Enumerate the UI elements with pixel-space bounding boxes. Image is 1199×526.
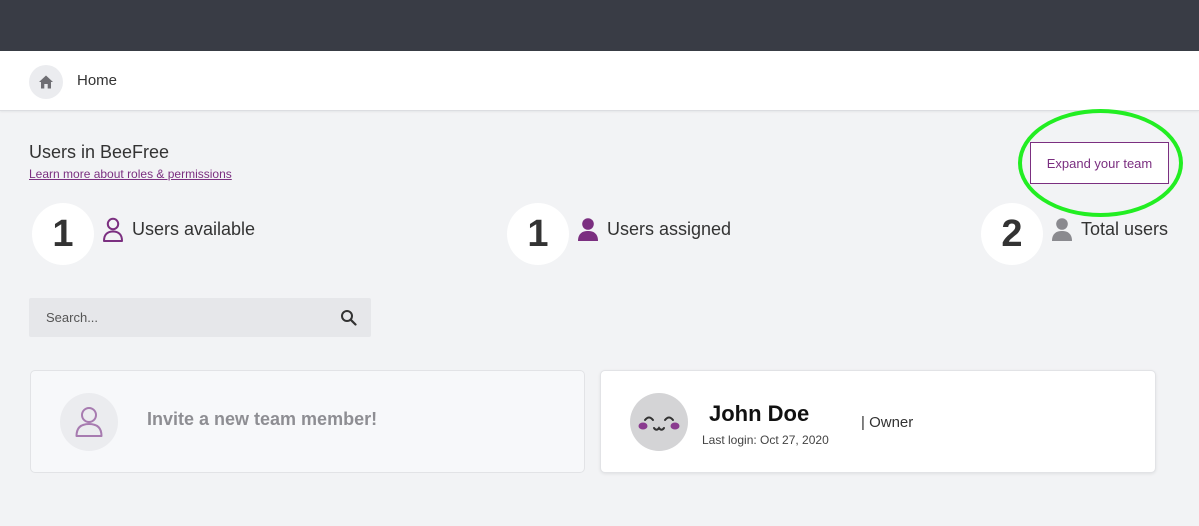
invite-avatar <box>60 393 118 451</box>
search-input[interactable] <box>29 298 329 337</box>
search-box <box>29 298 371 337</box>
page-title: Users in BeeFree <box>29 142 170 162</box>
user-gray-icon <box>1052 218 1072 241</box>
stat-users-assigned: 1 Users assigned <box>507 203 731 265</box>
stat-label: Users available <box>132 219 256 239</box>
user-card[interactable]: John Doe Last login: Oct 27, 2020 | Owne… <box>600 370 1156 473</box>
stat-count: 1 <box>32 203 94 265</box>
smiley-face-icon <box>638 416 680 431</box>
stat-total-users: 2 Total users <box>981 203 1168 265</box>
breadcrumb-home[interactable]: Home <box>77 72 117 89</box>
stat-users-available: 1 Users available <box>32 203 255 265</box>
invite-member-card[interactable]: Invite a new team member! <box>30 370 585 473</box>
last-login: Last login: Oct 27, 2020 <box>702 433 829 447</box>
roles-permissions-link[interactable]: Learn more about roles & permissions <box>29 167 232 181</box>
search-icon[interactable] <box>340 309 357 326</box>
breadcrumb: Home <box>0 51 1199 111</box>
user-outline-icon <box>103 217 123 242</box>
stat-count: 1 <box>507 203 569 265</box>
stat-label: Users assigned <box>607 219 732 239</box>
stat-count: 2 <box>981 203 1043 265</box>
top-navigation-bar <box>0 0 1199 51</box>
user-name: John Doe <box>709 401 810 426</box>
stat-label: Total users <box>1081 219 1169 239</box>
expand-team-button[interactable]: Expand your team <box>1030 142 1169 184</box>
user-filled-icon <box>578 218 598 241</box>
user-role: | Owner <box>861 414 914 431</box>
avatar <box>630 393 688 451</box>
home-button[interactable] <box>29 65 63 99</box>
invite-label: Invite a new team member! <box>147 409 378 429</box>
home-icon <box>39 75 53 89</box>
user-outline-icon <box>75 407 103 437</box>
